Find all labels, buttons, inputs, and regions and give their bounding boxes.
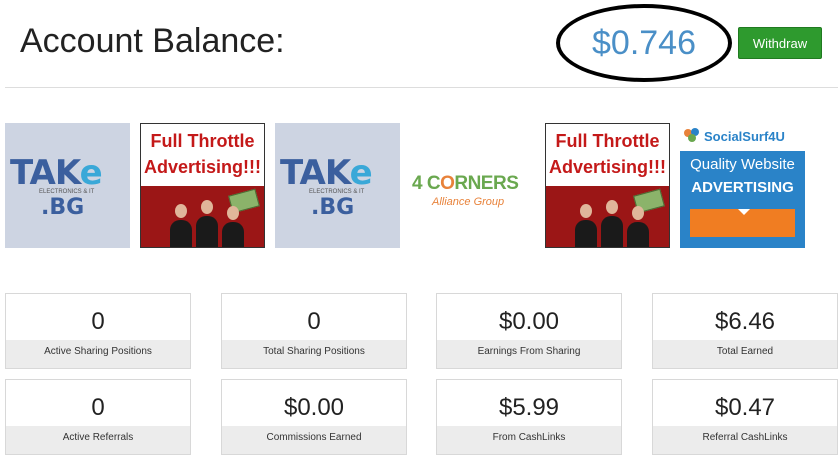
take-logo: TAKe — [10, 153, 103, 193]
divider — [5, 87, 838, 88]
take-logo: TAKe — [280, 153, 373, 193]
ad-cta-button — [690, 209, 795, 237]
ad-line-2: Advertising!!! — [144, 157, 261, 177]
person-icon — [227, 206, 239, 220]
stat-card-earnings-from-sharing: $0.00 Earnings From Sharing — [436, 293, 622, 369]
take-logo-domain: .BG — [311, 195, 355, 220]
socialsurf-logo: SocialSurf4U — [704, 129, 785, 144]
ad-line-1: Full Throttle — [150, 131, 255, 151]
stat-value: $5.99 — [498, 394, 560, 421]
person-body-icon — [170, 220, 192, 247]
withdraw-button[interactable]: Withdraw — [738, 27, 822, 59]
stat-value: 0 — [91, 394, 105, 421]
stat-value: 0 — [91, 308, 105, 335]
stat-card-from-cashlinks: $5.99 From CashLinks — [436, 379, 622, 455]
stat-label: Referral CashLinks — [653, 426, 837, 454]
socialsurf-ad[interactable]: SocialSurf4U Quality Website ADVERTISING — [680, 123, 805, 248]
take-bg-ad[interactable]: TAKe ELECTRONICS & IT .BG — [5, 123, 130, 248]
person-icon — [632, 206, 644, 220]
page-title: Account Balance: — [20, 22, 285, 60]
ad-line-1: Full Throttle — [555, 131, 660, 151]
stat-label: Total Earned — [653, 340, 837, 368]
stat-value: $0.00 — [283, 394, 345, 421]
four-corners-logo: 4 CORNERS — [412, 173, 519, 194]
person-body-icon — [575, 220, 597, 247]
stat-label: Earnings From Sharing — [437, 340, 621, 368]
person-icon — [201, 200, 213, 214]
stat-label: Active Sharing Positions — [6, 340, 190, 368]
person-icon — [606, 200, 618, 214]
ad-line-2: ADVERTISING — [691, 179, 794, 196]
balance-highlight: $0.746 — [556, 4, 732, 82]
social-bubbles-icon — [684, 128, 699, 142]
stat-card-referral-cashlinks: $0.47 Referral CashLinks — [652, 379, 838, 455]
full-throttle-ad-2[interactable]: Full Throttle Advertising!!! — [545, 123, 670, 248]
four-corners-sub: Alliance Group — [432, 196, 505, 208]
full-throttle-ad[interactable]: Full Throttle Advertising!!! — [140, 123, 265, 248]
person-body-icon — [222, 222, 244, 247]
person-body-icon — [601, 216, 623, 247]
take-logo-domain: .BG — [41, 195, 85, 220]
account-balance-value: $0.746 — [592, 24, 696, 62]
person-icon — [580, 204, 592, 218]
stat-label: Commissions Earned — [222, 426, 406, 454]
stat-value: 0 — [307, 308, 321, 335]
stat-label: From CashLinks — [437, 426, 621, 454]
stat-value: $0.00 — [498, 308, 560, 335]
take-bg-ad-2[interactable]: TAKe ELECTRONICS & IT .BG — [275, 123, 400, 248]
stat-value: $6.46 — [714, 308, 776, 335]
stat-label: Active Referrals — [6, 426, 190, 454]
chevron-down-icon — [738, 209, 750, 215]
stat-card-active-sharing-positions: 0 Active Sharing Positions — [5, 293, 191, 369]
stat-card-commissions-earned: $0.00 Commissions Earned — [221, 379, 407, 455]
four-corners-ad[interactable]: 4 CORNERS Alliance Group — [410, 123, 535, 248]
ad-line-1: Quality Website — [690, 156, 795, 173]
ad-line-2: Advertising!!! — [549, 157, 666, 177]
person-body-icon — [196, 216, 218, 247]
stat-card-active-referrals: 0 Active Referrals — [5, 379, 191, 455]
stat-value: $0.47 — [714, 394, 776, 421]
stat-card-total-earned: $6.46 Total Earned — [652, 293, 838, 369]
stat-label: Total Sharing Positions — [222, 340, 406, 368]
stat-card-total-sharing-positions: 0 Total Sharing Positions — [221, 293, 407, 369]
person-body-icon — [627, 222, 649, 247]
person-icon — [175, 204, 187, 218]
